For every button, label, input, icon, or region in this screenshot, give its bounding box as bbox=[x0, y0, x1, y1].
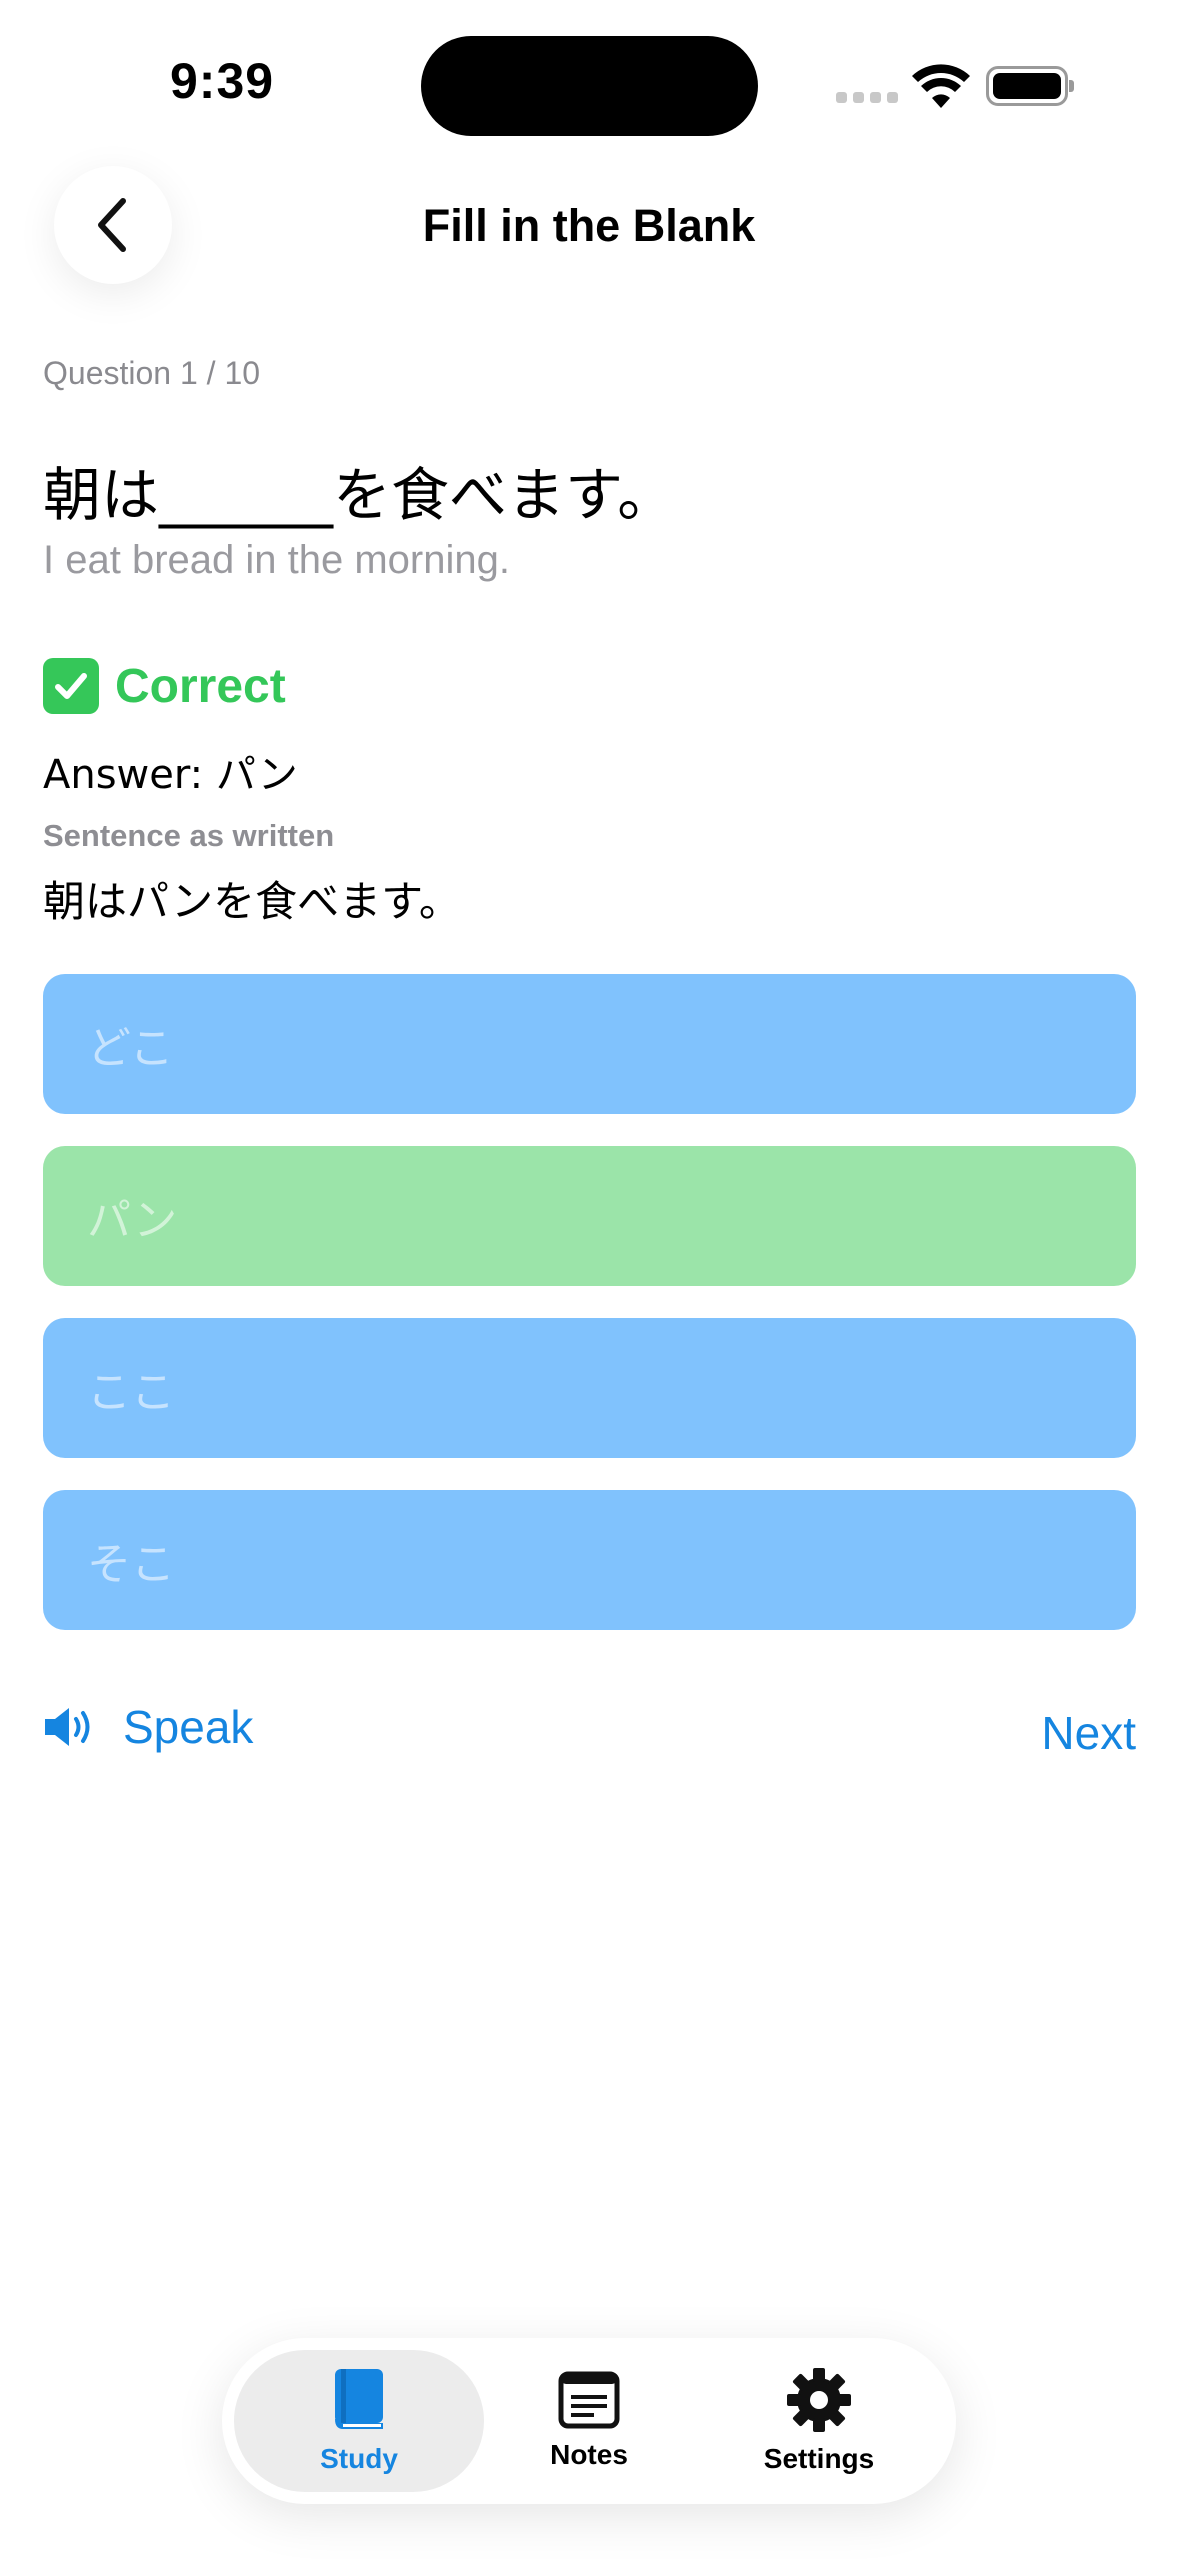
question-counter: Question 1 / 10 bbox=[43, 355, 261, 391]
option-button[interactable]: ここ bbox=[43, 1318, 1136, 1458]
speak-button[interactable]: Speak bbox=[43, 1700, 253, 1754]
sentence-as-written-label: Sentence as written bbox=[43, 818, 335, 853]
tab-bar: Study Notes Settings bbox=[222, 2338, 956, 2504]
tab-label: Notes bbox=[550, 2439, 628, 2470]
option-button[interactable]: そこ bbox=[43, 1490, 1136, 1630]
tab-notes[interactable]: Notes bbox=[464, 2350, 714, 2492]
next-button[interactable]: Next bbox=[1041, 1706, 1136, 1760]
result-label: Correct bbox=[115, 659, 286, 713]
result-row: Correct bbox=[43, 658, 286, 714]
question-sentence: 朝は______を食べます。 bbox=[43, 461, 676, 529]
cellular-signal-icon bbox=[836, 92, 898, 104]
answer-options: どこ パン ここ そこ bbox=[43, 974, 1136, 1662]
question-translation: I eat bread in the morning. bbox=[43, 538, 510, 582]
sentence-as-written: 朝はパンを食べます。 bbox=[43, 877, 461, 926]
tab-settings[interactable]: Settings bbox=[694, 2350, 944, 2492]
status-time: 9:39 bbox=[170, 53, 275, 109]
tab-label: Study bbox=[320, 2443, 398, 2474]
screen: 9:39 Fill in the Blank Question 1 / 10 朝… bbox=[0, 0, 1178, 2560]
option-button[interactable]: どこ bbox=[43, 974, 1136, 1114]
check-mark-icon bbox=[43, 658, 99, 714]
answer-text: Answer: パン bbox=[43, 752, 298, 798]
tab-study[interactable]: Study bbox=[234, 2350, 484, 2492]
wifi-icon bbox=[912, 64, 970, 108]
tab-label: Settings bbox=[763, 2443, 875, 2474]
notes-icon bbox=[558, 2371, 620, 2429]
option-button-correct[interactable]: パン bbox=[43, 1146, 1136, 1286]
gear-icon bbox=[787, 2368, 851, 2432]
speaker-icon bbox=[45, 1708, 90, 1746]
page-title: Fill in the Blank bbox=[422, 200, 756, 251]
book-icon bbox=[335, 2369, 383, 2429]
dynamic-island bbox=[421, 36, 758, 136]
battery-icon bbox=[986, 66, 1074, 106]
speak-label: Speak bbox=[123, 1701, 254, 1753]
